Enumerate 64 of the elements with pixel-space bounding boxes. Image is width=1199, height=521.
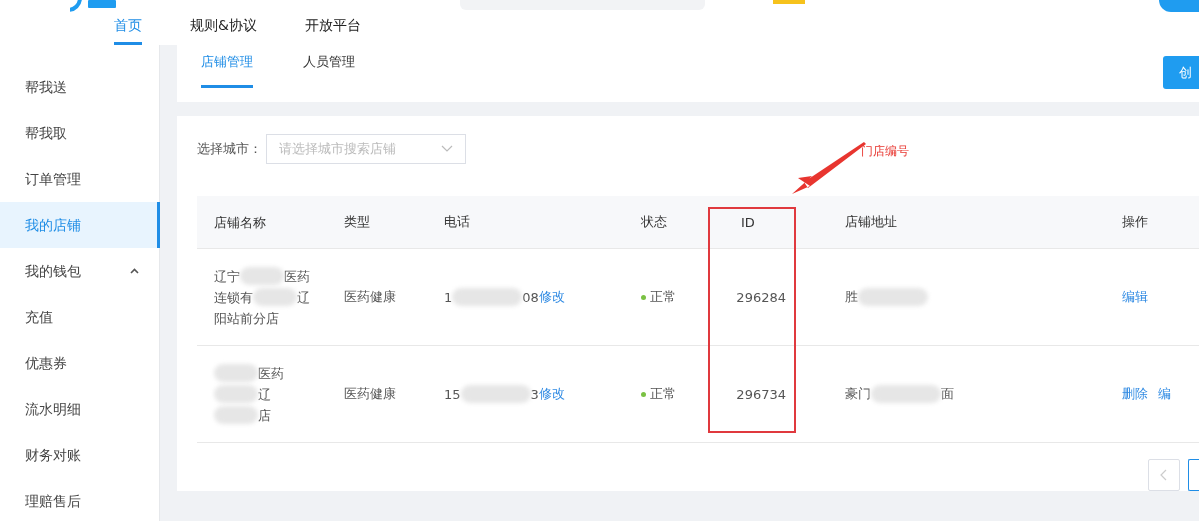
- column-header: 类型: [344, 214, 370, 229]
- table-cell-text: 医药健康: [343, 385, 397, 403]
- chevron-down-icon: [441, 145, 453, 153]
- cell-text: 08: [522, 289, 539, 305]
- sidebar-item[interactable]: 帮我取: [0, 110, 160, 156]
- cell-text: 阳站前分店: [214, 309, 279, 328]
- cell-text: 15: [444, 386, 461, 402]
- cell-text: 医药: [258, 364, 284, 383]
- tab[interactable]: 人员管理: [303, 45, 355, 88]
- redaction-blur: [214, 385, 258, 403]
- cell-text: 豪门: [845, 385, 871, 403]
- sidebar-item[interactable]: 流水明细: [0, 386, 160, 432]
- sidebar-item[interactable]: 理赔售后: [0, 478, 160, 521]
- edit-link[interactable]: 修改: [538, 385, 565, 403]
- page-button[interactable]: [1188, 459, 1199, 491]
- cell-text: 胜: [845, 288, 858, 306]
- cell-text: 3: [530, 386, 539, 402]
- redaction-blur: [460, 385, 531, 403]
- redaction-blur: [253, 288, 297, 306]
- cell-text: 连锁有: [214, 288, 253, 307]
- status-text: 正常: [650, 288, 676, 306]
- status-text: 正常: [650, 385, 676, 403]
- table-cell-text: 医药健康: [343, 288, 397, 306]
- action-link[interactable]: 删除: [1122, 385, 1148, 403]
- redaction-blur: [871, 385, 941, 403]
- column-header: 状态: [641, 213, 667, 231]
- cell-text: 辽宁: [214, 267, 240, 286]
- redaction-blur: [214, 364, 258, 382]
- nav-tab[interactable]: 规则&协议: [190, 14, 257, 45]
- table-cell: 296734: [736, 386, 786, 402]
- sidebar-item[interactable]: 我的钱包: [0, 248, 160, 294]
- cell-text: 店: [258, 406, 271, 425]
- column-header: 电话: [444, 213, 470, 231]
- cell-text: 辽: [297, 288, 310, 307]
- cell-text: 辽: [258, 385, 271, 404]
- chevron-left-icon: [1160, 469, 1168, 481]
- logo-icon: [70, 0, 118, 14]
- column-header: 店铺地址: [845, 213, 897, 231]
- filter-label: 选择城市：: [197, 140, 262, 158]
- sidebar-item[interactable]: 财务对账: [0, 432, 160, 478]
- tab[interactable]: 店铺管理: [201, 45, 253, 88]
- action-link[interactable]: 编辑: [1122, 288, 1148, 306]
- column-header: 店铺名称: [214, 214, 266, 230]
- account-button[interactable]: [1159, 0, 1199, 12]
- redaction-blur: [240, 267, 284, 285]
- nav-tab[interactable]: 开放平台: [304, 14, 361, 45]
- cell-text: 医药: [284, 267, 310, 286]
- sidebar-item[interactable]: 优惠券: [0, 340, 160, 386]
- column-header: 操作: [1122, 213, 1148, 231]
- annotation-text: 门店编号: [861, 143, 909, 160]
- edit-link[interactable]: 修改: [538, 288, 565, 306]
- caret-up-icon: [130, 268, 139, 274]
- redaction-blur: [858, 288, 928, 306]
- sidebar-item[interactable]: 帮我送: [0, 64, 160, 110]
- notice-icon: [773, 0, 805, 4]
- cell-text: 面: [941, 385, 954, 403]
- column-header: ID: [741, 214, 755, 230]
- sidebar-item[interactable]: 订单管理: [0, 156, 160, 202]
- sidebar-item[interactable]: 充值: [0, 294, 160, 340]
- action-link[interactable]: 编: [1158, 385, 1171, 403]
- redaction-blur: [214, 406, 258, 424]
- cell-text: 1: [444, 289, 453, 305]
- redaction-blur: [452, 288, 523, 306]
- table-cell: 296284: [736, 289, 786, 305]
